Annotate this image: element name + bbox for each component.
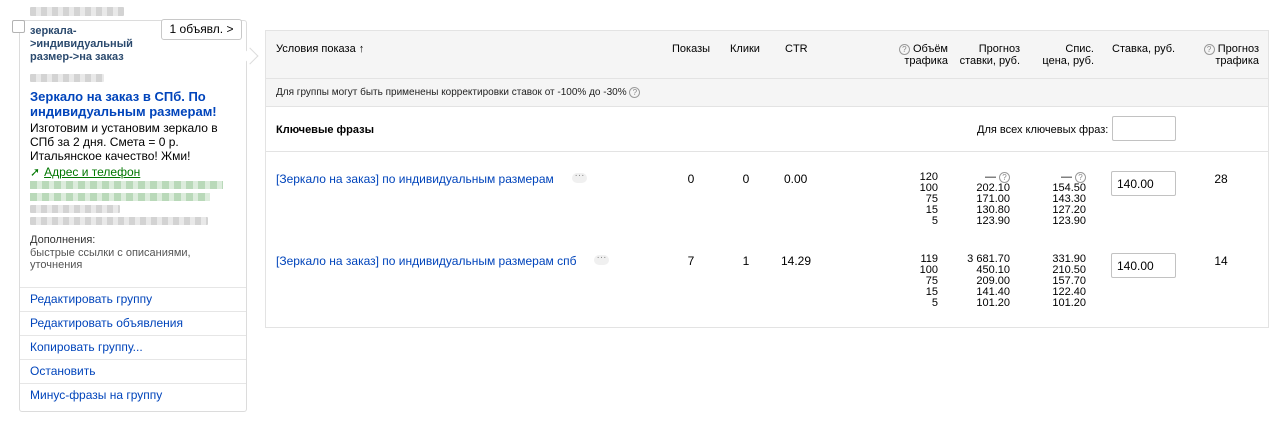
help-icon[interactable]: ? bbox=[1203, 44, 1215, 55]
clicks-value: 0 bbox=[742, 172, 750, 186]
header-write-off-price: Спис. цена, руб. bbox=[1036, 43, 1094, 67]
keywords-table: Условия показа ↑ Показы Клики CTR ? Объё… bbox=[265, 30, 1269, 328]
negative-keywords-link[interactable]: Минус-фразы на группу bbox=[20, 383, 246, 407]
keywords-section-header: Ключевые фразы Для всех ключевых фраз: bbox=[266, 108, 1268, 152]
phone-arrow-icon: ➚ bbox=[30, 165, 41, 179]
keyword-phrase-link[interactable]: [Зеркало на заказ] по индивидуальным раз… bbox=[276, 172, 554, 186]
traffic-volumes: 120 100 75 15 5 bbox=[898, 172, 938, 227]
group-name[interactable]: зеркала->индивидуальный размер->на заказ bbox=[30, 25, 150, 64]
bid-adjustment-notice-text: Для группы могут быть применены корректи… bbox=[276, 87, 627, 98]
stop-group-link[interactable]: Остановить bbox=[20, 359, 246, 383]
bid-forecasts: — ? 202.10 171.00 130.80 123.90 bbox=[948, 172, 1010, 227]
header-traffic-volume-line1: Объём bbox=[912, 43, 948, 55]
blurred-info-1 bbox=[30, 205, 120, 213]
addons-title: Дополнения: bbox=[30, 234, 96, 246]
all-keywords-label: Для всех ключевых фраз: bbox=[977, 124, 1109, 136]
header-traffic-volume: ? Объём трафика bbox=[891, 43, 948, 67]
header-shows: Показы bbox=[672, 43, 711, 55]
shows-value: 7 bbox=[687, 254, 695, 268]
header-traffic-forecast-line1: Прогноз bbox=[1217, 43, 1259, 55]
ctr-value: 0.00 bbox=[784, 172, 808, 186]
bid-input[interactable] bbox=[1111, 253, 1176, 278]
write-off-value: 101.20 bbox=[1052, 297, 1086, 309]
addons-text: быстрые ссылки с описаниями, уточнения bbox=[30, 247, 191, 271]
header-bid: Ставка, руб. bbox=[1112, 43, 1176, 55]
header-conditions[interactable]: Условия показа ↑ bbox=[276, 43, 364, 55]
bid-input[interactable] bbox=[1111, 171, 1176, 196]
traffic-volume-value: 5 bbox=[931, 215, 938, 227]
header-bid-forecast-line1: Прогноз bbox=[978, 43, 1020, 55]
edit-group-link[interactable]: Редактировать группу bbox=[20, 287, 246, 311]
group-select-checkbox[interactable] bbox=[12, 20, 25, 33]
traffic-volumes: 119 100 75 15 5 bbox=[898, 254, 938, 309]
header-ctr: CTR bbox=[785, 43, 808, 55]
ads-count-button[interactable]: 1 объявл. > bbox=[161, 19, 242, 40]
header-bid-forecast: Прогноз ставки, руб. bbox=[948, 43, 1020, 67]
blurred-display-url-2 bbox=[30, 193, 210, 201]
header-clicks: Клики bbox=[730, 43, 760, 55]
blurred-group-id bbox=[30, 74, 104, 82]
copy-group-link[interactable]: Копировать группу... bbox=[20, 335, 246, 359]
more-icon[interactable]: ··· bbox=[572, 171, 587, 183]
group-actions-menu: Редактировать группу Редактировать объяв… bbox=[20, 287, 246, 407]
edit-ads-link[interactable]: Редактировать объявления bbox=[20, 311, 246, 335]
header-write-off-line1: Спис. bbox=[1065, 43, 1094, 55]
bid-forecast-value: 123.90 bbox=[976, 215, 1010, 227]
keywords-title: Ключевые фразы bbox=[276, 124, 374, 136]
bid-adjustment-notice: Для группы могут быть применены корректи… bbox=[266, 79, 1268, 107]
traffic-forecast-value: 14 bbox=[1214, 254, 1228, 268]
header-traffic-volume-line2: трафика bbox=[904, 55, 948, 67]
address-phone-label: Адрес и телефон bbox=[44, 165, 141, 179]
ctr-value: 14.29 bbox=[781, 254, 812, 268]
blurred-campaign-label bbox=[30, 7, 124, 16]
more-icon[interactable]: ··· bbox=[594, 253, 609, 265]
clicks-value: 1 bbox=[742, 254, 750, 268]
blurred-info-2 bbox=[30, 217, 208, 225]
ad-title[interactable]: Зеркало на заказ в СПб. По индивидуальны… bbox=[30, 89, 240, 119]
header-bid-forecast-line2: ставки, руб. bbox=[959, 55, 1020, 67]
bid-forecasts: 3 681.70 450.10 209.00 141.40 101.20 bbox=[948, 254, 1010, 309]
shows-value: 0 bbox=[687, 172, 695, 186]
traffic-volume-value: 5 bbox=[931, 297, 938, 309]
table-header: Условия показа ↑ Показы Клики CTR ? Объё… bbox=[266, 31, 1268, 79]
help-icon[interactable]: ? bbox=[629, 87, 641, 98]
blurred-display-url bbox=[30, 181, 223, 189]
write-off-prices: 331.90 210.50 157.70 122.40 101.20 bbox=[1036, 254, 1086, 309]
traffic-forecast-value: 28 bbox=[1214, 172, 1228, 186]
write-off-value: 123.90 bbox=[1052, 215, 1086, 227]
all-keywords-bid-input[interactable] bbox=[1112, 116, 1176, 141]
header-write-off-line2: цена, руб. bbox=[1042, 55, 1094, 67]
address-phone-link[interactable]: ➚ Адрес и телефон bbox=[30, 165, 140, 179]
keyword-phrase-link[interactable]: [Зеркало на заказ] по индивидуальным раз… bbox=[276, 254, 577, 268]
ad-text: Изготовим и установим зеркало в СПб за 2… bbox=[30, 121, 218, 163]
header-traffic-forecast-line2: трафика bbox=[1215, 55, 1259, 67]
header-traffic-forecast: ? Прогноз трафика bbox=[1196, 43, 1259, 67]
write-off-prices: — ? 154.50 143.30 127.20 123.90 bbox=[1036, 172, 1086, 227]
help-icon[interactable]: ? bbox=[898, 44, 910, 55]
bid-forecast-value: 101.20 bbox=[976, 297, 1010, 309]
